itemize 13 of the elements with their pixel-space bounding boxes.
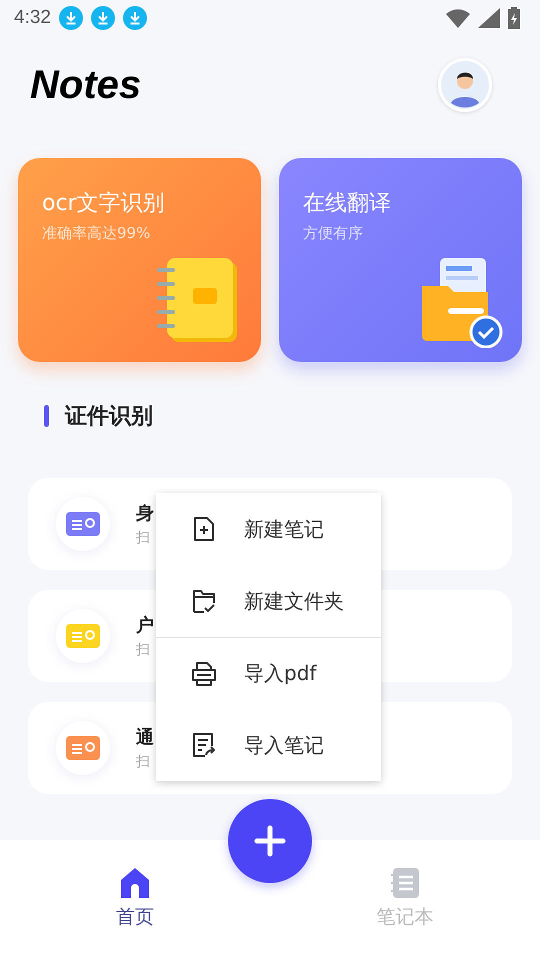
app-title: Notes	[30, 62, 142, 108]
row-title: 户	[136, 614, 154, 637]
row-title: 身	[136, 502, 154, 525]
row-subtitle: 扫	[136, 641, 150, 659]
row-title: 通	[136, 726, 154, 749]
section-title: 证件识别	[65, 403, 153, 431]
status-time: 4:32	[14, 7, 51, 29]
card-subtitle: 方便有序	[303, 224, 363, 243]
row-subtitle: 扫	[136, 753, 150, 771]
row-subtitle: 扫	[136, 529, 150, 547]
card-title: ocr文字识别	[42, 190, 165, 218]
card-title: 在线翻译	[303, 190, 391, 218]
card-subtitle: 准确率高达99%	[42, 224, 150, 243]
